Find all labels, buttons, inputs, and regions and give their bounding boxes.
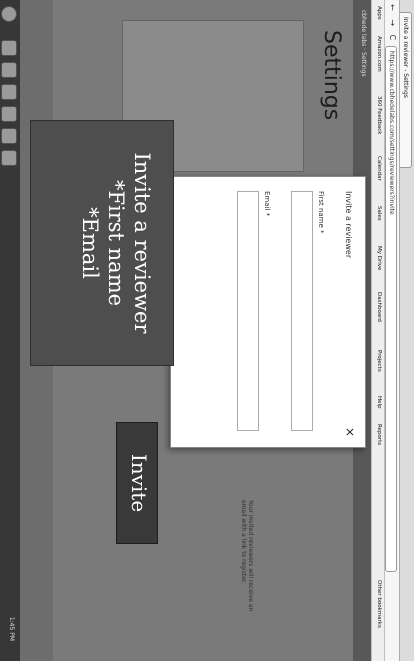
bookmark-item[interactable]: Calendar xyxy=(376,156,382,181)
page-title: Settings xyxy=(319,30,344,121)
app-icon[interactable] xyxy=(1,128,17,144)
bookmark-item[interactable]: Dashboard xyxy=(376,292,382,322)
annotation-line: *Email xyxy=(78,207,102,279)
bookmark-item[interactable]: Sales xyxy=(376,206,382,221)
folder-icon[interactable] xyxy=(1,62,17,78)
email-field[interactable] xyxy=(237,191,259,431)
taskbar-clock: 1:45 PM xyxy=(8,616,15,641)
rotated-screenshot: Invite a reviewer - Settings ← → C https… xyxy=(0,0,414,661)
url-field[interactable]: https://www.cbhedelabs.com/settings/revi… xyxy=(385,46,397,572)
invite-callout: Invite xyxy=(116,422,158,544)
chrome-icon[interactable] xyxy=(1,106,17,122)
bookmark-item[interactable]: My Drive xyxy=(376,246,382,270)
bookmark-item[interactable]: Help xyxy=(376,396,382,409)
bookmark-item[interactable]: Projects xyxy=(376,350,382,372)
bookmark-item[interactable]: 360 Feedback xyxy=(376,96,382,134)
annotation-box: Invite a reviewer *First name *Email xyxy=(30,120,174,366)
browser-icon[interactable] xyxy=(1,40,17,56)
bookmark-item[interactable]: Amazon.com xyxy=(376,36,382,72)
media-icon[interactable] xyxy=(1,84,17,100)
settings-help-text: Your invited reviewers will receive an e… xyxy=(240,500,254,612)
invite-reviewer-dialog: Invite a reviewer × First name * Email * xyxy=(170,176,366,448)
bookmark-item[interactable]: Other bookmarks xyxy=(376,580,382,628)
start-icon[interactable] xyxy=(1,6,17,22)
browser-tab[interactable]: Invite a reviewer - Settings xyxy=(400,12,412,168)
first-name-label: First name * xyxy=(317,191,325,234)
invite-label: Invite xyxy=(127,453,151,513)
dialog-title: Invite a reviewer xyxy=(344,191,353,259)
annotation-line: Invite a reviewer xyxy=(130,152,154,334)
app-header-title: cbhede labs · Settings xyxy=(360,10,367,77)
bookmarks-bar: Apps Amazon.com 360 Feedback Calendar Sa… xyxy=(371,0,384,661)
bookmark-item[interactable]: Apps xyxy=(376,6,382,20)
close-icon[interactable]: × xyxy=(343,427,357,437)
bookmark-item[interactable]: Reports xyxy=(376,424,382,445)
app-icon[interactable] xyxy=(1,150,17,166)
annotation-line: *First name xyxy=(104,179,128,307)
first-name-field[interactable] xyxy=(291,191,313,431)
windows-taskbar: 1:45 PM xyxy=(0,0,20,661)
email-label: Email * xyxy=(263,191,271,217)
annotation-text: Invite a reviewer *First name *Email xyxy=(77,121,155,365)
nav-arrows-icon[interactable]: ← → C xyxy=(388,4,397,43)
browser-tab-bar: Invite a reviewer - Settings xyxy=(399,0,414,661)
address-bar: ← → C https://www.cbhedelabs.com/setting… xyxy=(384,0,399,661)
